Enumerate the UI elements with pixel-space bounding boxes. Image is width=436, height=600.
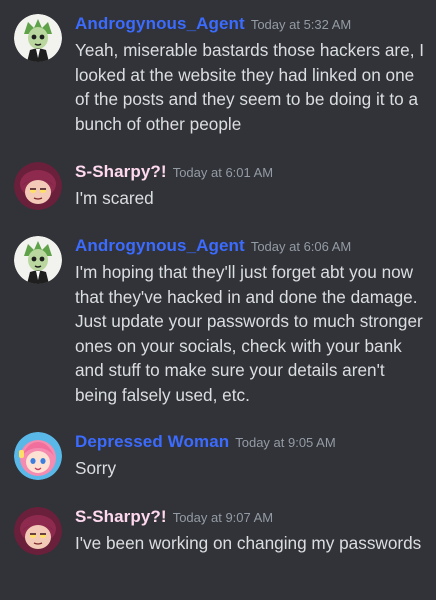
message-author[interactable]: Androgynous_Agent [75,14,245,33]
message-content: Sorry [75,458,117,478]
message-author[interactable]: S-Sharpy?! [75,507,167,526]
message-author[interactable]: S-Sharpy?! [75,162,167,181]
message-timestamp: Today at 5:32 AM [250,17,352,32]
message-content: I'm hoping that they'll just forget abt … [75,262,423,405]
message-author[interactable]: Depressed Woman [75,432,229,451]
depressed-woman-avatar-icon[interactable] [14,432,62,480]
androgynous-agent-avatar-icon[interactable] [14,14,62,62]
message-header: Depressed Woman Today at 9:05 AM [75,430,336,455]
message-content: Yeah, miserable bastards those hackers a… [75,40,425,134]
message-timestamp: Today at 6:01 AM [172,165,274,180]
androgynous-agent-avatar-icon[interactable] [14,236,62,284]
message-author[interactable]: Androgynous_Agent [75,236,245,255]
s-sharpy-avatar-icon[interactable] [14,507,62,555]
message-header: S-Sharpy?! Today at 9:07 AM [75,505,273,530]
message-timestamp: Today at 9:05 AM [235,435,336,450]
chat-message-list: Androgynous_Agent Today at 5:32 AM Yeah, … [0,0,436,600]
message-header: Androgynous_Agent Today at 5:32 AM [75,12,351,37]
message-timestamp: Today at 9:07 AM [172,510,274,525]
message-header: Androgynous_Agent Today at 6:06 AM [75,234,351,259]
message-content: I've been working on changing my passwor… [75,533,422,553]
s-sharpy-avatar-icon[interactable] [14,162,62,210]
message-timestamp: Today at 6:06 AM [250,239,352,254]
message-content: I'm scared [75,188,154,208]
message-header: S-Sharpy?! Today at 6:01 AM [75,160,273,185]
